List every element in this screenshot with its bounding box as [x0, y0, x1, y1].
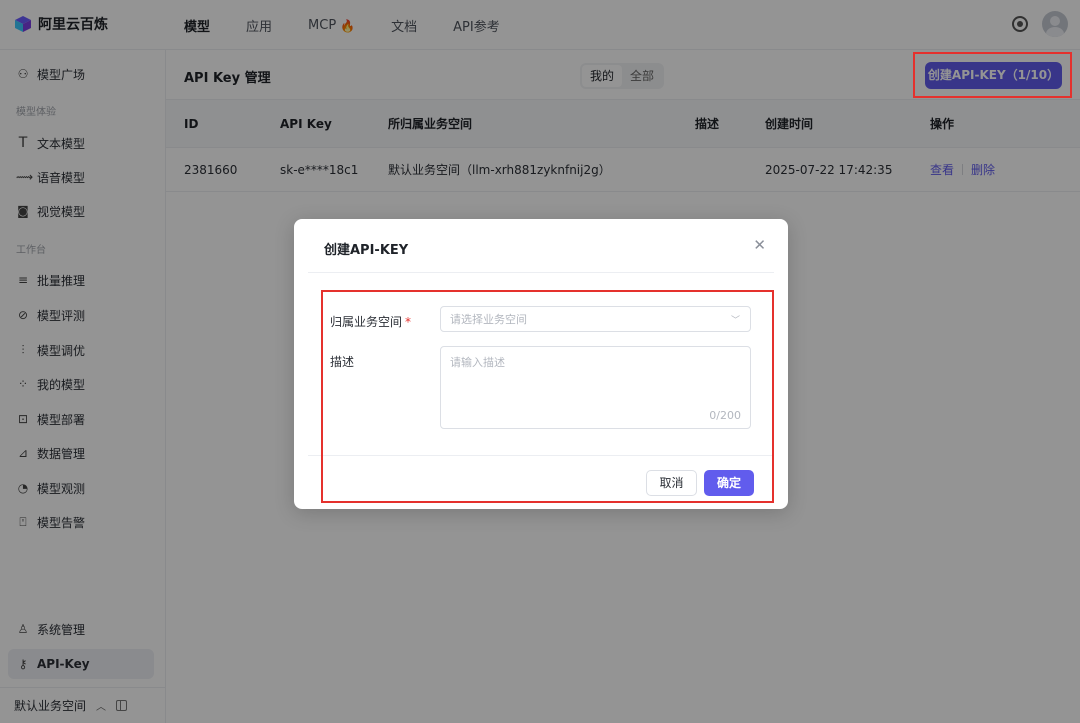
form-highlight: [321, 290, 774, 503]
close-icon[interactable]: ✕: [753, 236, 766, 254]
dialog-divider: [308, 272, 774, 273]
create-button-highlight: [913, 52, 1072, 98]
dialog-title: 创建API-KEY: [324, 243, 409, 258]
